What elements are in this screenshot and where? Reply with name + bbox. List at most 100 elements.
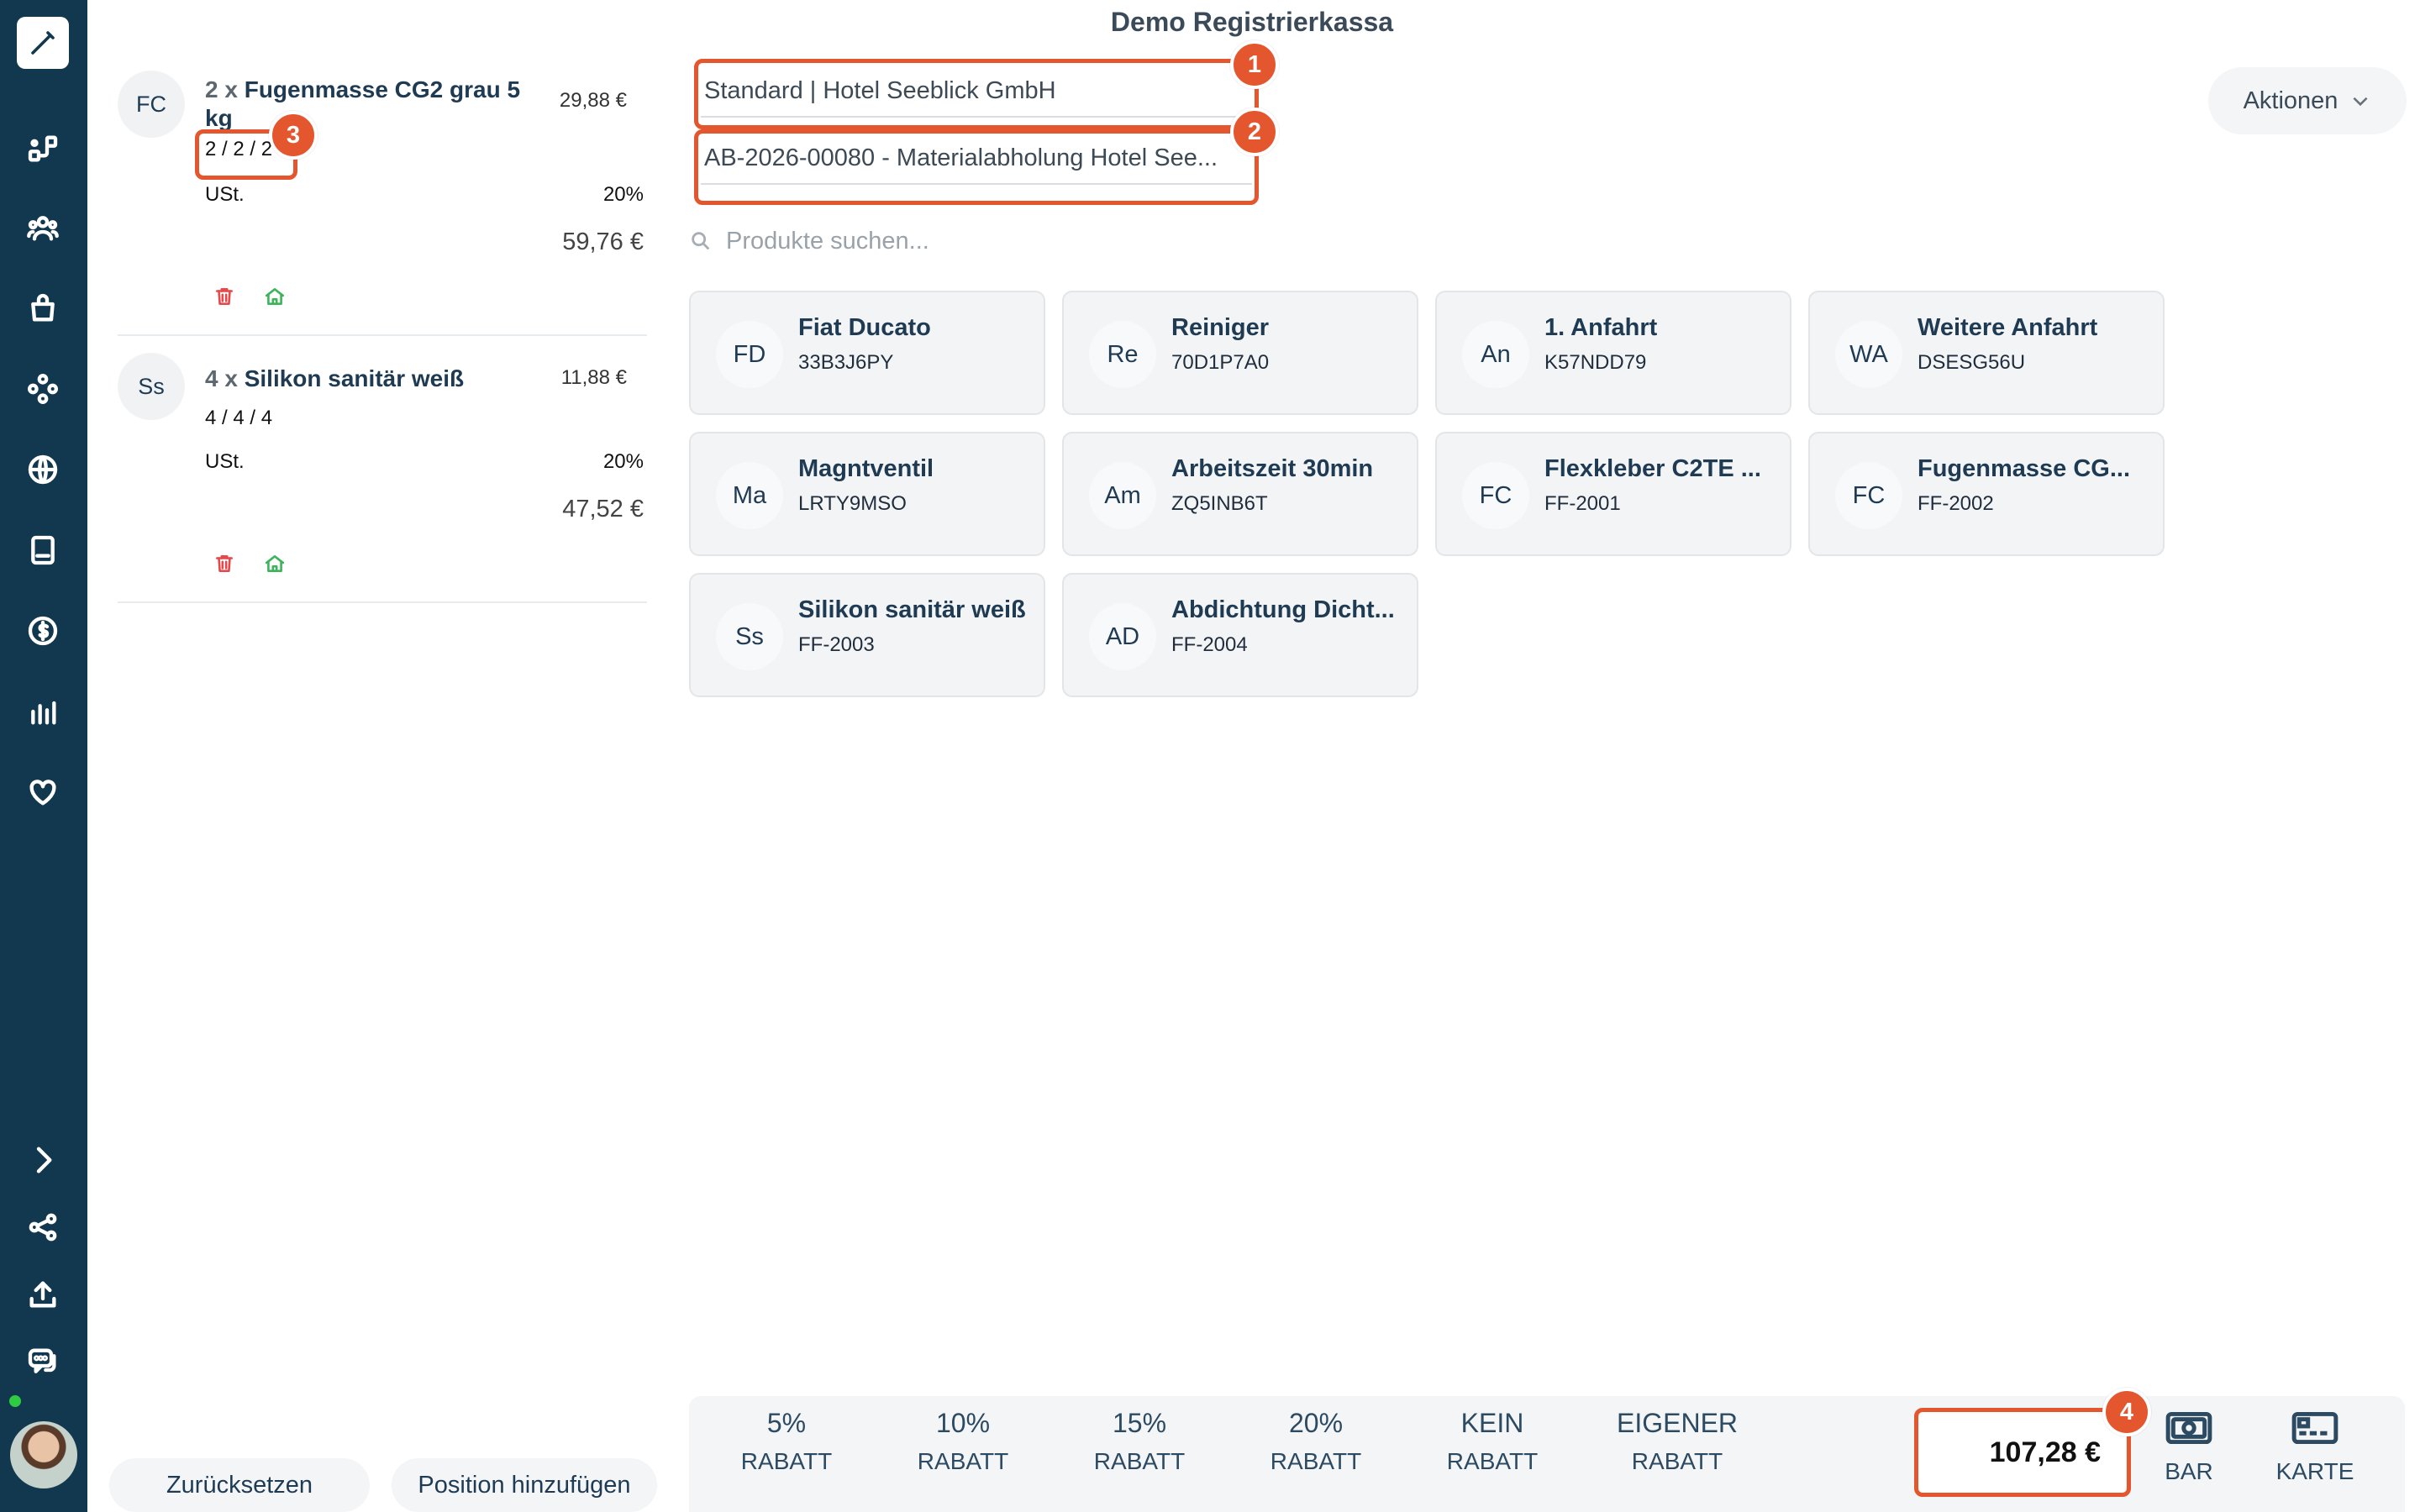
cart-item-unit-price: 29,88 € xyxy=(559,89,627,112)
no-discount-button[interactable]: KEIN RABATT xyxy=(1408,1408,1576,1475)
discount-15-button[interactable]: 15% RABATT xyxy=(1055,1408,1223,1475)
card-label: KARTE xyxy=(2275,1458,2354,1484)
upload-icon[interactable] xyxy=(22,1273,64,1315)
chevron-right-icon[interactable] xyxy=(22,1139,64,1181)
discount-value: 15% xyxy=(1112,1408,1167,1438)
trash-icon[interactable] xyxy=(213,553,237,576)
discount-value: 5% xyxy=(766,1408,807,1438)
cash-payment-button[interactable]: BAR xyxy=(2134,1408,2244,1485)
reset-button[interactable]: Zurücksetzen xyxy=(109,1458,370,1512)
product-search[interactable] xyxy=(689,220,1277,262)
product-name: Fugenmasse CG... xyxy=(1918,455,2131,482)
product-avatar: Re xyxy=(1089,321,1156,388)
product-sku: FF-2003 xyxy=(798,633,875,656)
divider xyxy=(118,601,647,603)
product-tile[interactable]: Ss Silikon sanitär weiß FF-2003 xyxy=(689,573,1045,697)
cash-label: BAR xyxy=(2165,1458,2213,1484)
card-payment-button[interactable]: KARTE xyxy=(2260,1408,2370,1485)
search-input[interactable] xyxy=(726,227,1230,255)
product-name: Reiniger xyxy=(1171,314,1270,341)
product-name: Abdichtung Dicht... xyxy=(1171,596,1395,623)
app-logo[interactable] xyxy=(17,17,69,69)
product-name: Silikon sanitär weiß xyxy=(798,596,1026,623)
share-icon[interactable] xyxy=(22,1206,64,1248)
custom-discount-button[interactable]: EIGENER RABATT xyxy=(1593,1408,1761,1475)
product-avatar: Ma xyxy=(716,462,783,529)
cart-item-name: Silikon sanitär weiß xyxy=(244,365,465,391)
online-status-dot xyxy=(7,1393,24,1410)
product-avatar: FD xyxy=(716,321,783,388)
document-icon[interactable] xyxy=(22,529,64,571)
cart-item-title: 2 x Fugenmasse CG2 grau 5 kg xyxy=(205,76,541,133)
cart-item-total: 47,52 € xyxy=(562,496,644,522)
heart-icon[interactable] xyxy=(22,771,64,813)
cart-item[interactable]: Ss 4 x Silikon sanitär weiß 11,88 € 4 / … xyxy=(118,353,647,605)
product-avatar: FC xyxy=(1835,462,1902,529)
product-tile[interactable]: FC Fugenmasse CG... FF-2002 xyxy=(1808,432,2165,556)
chevron-down-icon xyxy=(2353,97,2368,107)
avatar[interactable] xyxy=(10,1421,77,1488)
cart-item-ust-label: USt. xyxy=(205,183,245,206)
annotation-highlight xyxy=(1914,1408,2131,1497)
discount-5-button[interactable]: 5% RABATT xyxy=(702,1408,871,1475)
chat-icon[interactable] xyxy=(22,1341,64,1383)
product-avatar: An xyxy=(1462,321,1529,388)
product-tile[interactable]: An 1. Anfahrt K57NDD79 xyxy=(1435,291,1791,415)
product-sku: FF-2004 xyxy=(1171,633,1248,656)
users-icon[interactable] xyxy=(22,207,64,249)
page-title: Demo Registrierkassa xyxy=(1110,7,1394,37)
product-sku: DSESG56U xyxy=(1918,351,2026,374)
home-icon[interactable] xyxy=(264,286,287,309)
discount-label: RABATT xyxy=(1270,1448,1362,1474)
product-name: 1. Anfahrt xyxy=(1544,314,1658,341)
product-sku: 33B3J6PY xyxy=(798,351,894,374)
cart-item-name: Fugenmasse CG2 grau 5 kg xyxy=(205,76,521,131)
globe-icon[interactable] xyxy=(22,449,64,491)
cart-item-avatar: FC xyxy=(118,71,185,138)
discount-value: 20% xyxy=(1288,1408,1344,1438)
workflow-icon[interactable] xyxy=(22,128,64,170)
modules-icon[interactable] xyxy=(22,368,64,410)
bar-chart-icon[interactable] xyxy=(22,690,64,732)
actions-label: Aktionen xyxy=(2243,87,2338,114)
product-avatar: Am xyxy=(1089,462,1156,529)
home-icon[interactable] xyxy=(264,553,287,576)
product-tile[interactable]: FD Fiat Ducato 33B3J6PY xyxy=(689,291,1045,415)
product-avatar: WA xyxy=(1835,321,1902,388)
dollar-icon[interactable] xyxy=(22,610,64,652)
discount-label: RABATT xyxy=(1631,1448,1723,1474)
discount-label: RABATT xyxy=(1446,1448,1539,1474)
discount-label: RABATT xyxy=(917,1448,1009,1474)
trash-icon[interactable] xyxy=(213,286,237,309)
cart-item-ust-label: USt. xyxy=(205,450,245,473)
cart-item-avatar: Ss xyxy=(118,353,185,420)
annotation-highlight xyxy=(694,129,1259,205)
annotation-badge: 2 xyxy=(1230,108,1279,156)
product-tile[interactable]: AD Abdichtung Dicht... FF-2004 xyxy=(1062,573,1418,697)
search-icon xyxy=(692,232,710,250)
cart-item-unit-price: 11,88 € xyxy=(560,366,627,389)
cart-item-split[interactable]: 4 / 4 / 4 xyxy=(205,407,272,430)
cart-item[interactable]: FC 2 x Fugenmasse CG2 grau 5 kg 29,88 € … xyxy=(118,71,647,339)
product-tile[interactable]: Ma Magntventil LRTY9MSO xyxy=(689,432,1045,556)
product-tile[interactable]: Am Arbeitszeit 30min ZQ5INB6T xyxy=(1062,432,1418,556)
product-name: Arbeitszeit 30min xyxy=(1171,455,1374,482)
product-tile[interactable]: Re Reiniger 70D1P7A0 xyxy=(1062,291,1418,415)
discount-20-button[interactable]: 20% RABATT xyxy=(1232,1408,1400,1475)
add-position-button[interactable]: Position hinzufügen xyxy=(392,1458,657,1512)
cash-icon xyxy=(2165,1411,2212,1445)
divider xyxy=(118,334,647,336)
annotation-badge: 1 xyxy=(1230,40,1279,89)
discount-10-button[interactable]: 10% RABATT xyxy=(879,1408,1047,1475)
shopping-bag-icon[interactable] xyxy=(22,287,64,329)
annotation-highlight xyxy=(694,59,1259,129)
cart-item-ust-value: 20% xyxy=(602,183,644,206)
product-sku: LRTY9MSO xyxy=(798,492,907,515)
actions-dropdown[interactable]: Aktionen xyxy=(2208,67,2407,134)
product-tile[interactable]: FC Flexkleber C2TE ... FF-2001 xyxy=(1435,432,1791,556)
product-tile[interactable]: WA Weitere Anfahrt DSESG56U xyxy=(1808,291,2165,415)
product-sku: FF-2002 xyxy=(1918,492,1994,515)
card-icon xyxy=(2291,1411,2338,1445)
product-name: Weitere Anfahrt xyxy=(1918,314,2098,341)
pen-icon xyxy=(31,31,55,55)
